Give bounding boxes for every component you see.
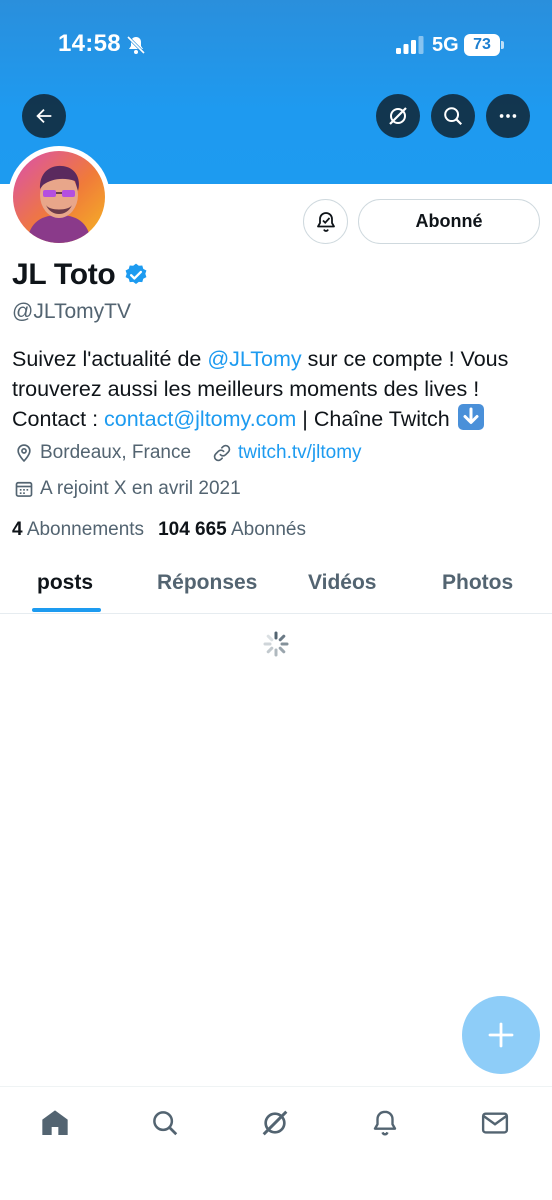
avatar[interactable] bbox=[8, 146, 110, 248]
grok-button[interactable] bbox=[376, 94, 420, 138]
tab-videos[interactable]: Vidéos bbox=[308, 571, 376, 595]
compose-button[interactable] bbox=[462, 996, 540, 1074]
loading-spinner-icon bbox=[263, 631, 289, 657]
tab-replies[interactable]: Réponses bbox=[157, 571, 257, 595]
tab-photos[interactable]: Photos bbox=[442, 571, 513, 595]
active-tab-indicator bbox=[32, 608, 101, 612]
nav-grok[interactable] bbox=[257, 1105, 293, 1141]
tab-posts[interactable]: posts bbox=[37, 571, 93, 595]
followers-count: 104 665 bbox=[158, 519, 227, 540]
handle: @JLTomyTV bbox=[12, 300, 131, 323]
more-icon bbox=[499, 114, 517, 118]
status-time: 14:58 bbox=[58, 30, 121, 57]
follow-stats: 4 Abonnements 104 665 Abonnés bbox=[12, 519, 320, 541]
messages-icon bbox=[481, 1112, 509, 1134]
followers-label: Abonnés bbox=[230, 519, 306, 540]
bottom-navigation bbox=[0, 1086, 552, 1200]
more-button[interactable] bbox=[486, 94, 530, 138]
link-icon bbox=[213, 444, 231, 462]
nav-home[interactable] bbox=[37, 1105, 73, 1141]
network-type: 5G bbox=[432, 34, 459, 56]
avatar-image bbox=[13, 151, 105, 243]
battery-tip bbox=[501, 41, 504, 49]
following-stat[interactable]: 4 Abonnements bbox=[12, 519, 144, 541]
search-icon bbox=[444, 107, 463, 126]
bio-text-1: Suivez l'actualité de bbox=[12, 347, 208, 371]
bell-check-icon bbox=[316, 211, 335, 232]
bio: Suivez l'actualité de @JLTomy sur ce com… bbox=[12, 344, 542, 434]
followers-stat[interactable]: 104 665 Abonnés bbox=[158, 519, 306, 541]
location-row: Bordeaux, France bbox=[14, 442, 191, 464]
down-arrow-emoji-icon bbox=[457, 404, 484, 430]
nav-messages[interactable] bbox=[477, 1105, 513, 1141]
following-count: 4 bbox=[12, 519, 23, 540]
verified-badge-icon[interactable] bbox=[123, 262, 149, 288]
following-label: Abonnements bbox=[26, 519, 145, 540]
website-link[interactable]: twitch.tv/jltomy bbox=[238, 442, 362, 464]
website-row[interactable]: twitch.tv/jltomy bbox=[212, 442, 362, 464]
back-button[interactable] bbox=[22, 94, 66, 138]
signal-icon bbox=[396, 36, 424, 54]
bio-text-3: | Chaîne Twitch bbox=[296, 407, 456, 431]
search-button[interactable] bbox=[431, 94, 475, 138]
battery-level: 73 bbox=[464, 34, 500, 56]
following-button[interactable]: Abonné bbox=[358, 199, 540, 244]
joined-row: A rejoint X en avril 2021 bbox=[14, 478, 241, 500]
joined-text: A rejoint X en avril 2021 bbox=[40, 478, 241, 499]
profile-name-row: JL Toto bbox=[12, 258, 149, 292]
status-bar: 14:58 5G 73 bbox=[0, 0, 552, 90]
notifications-toggle-button[interactable] bbox=[303, 199, 348, 244]
grok-icon bbox=[389, 107, 407, 125]
grok-icon bbox=[262, 1110, 288, 1136]
nav-search[interactable] bbox=[147, 1105, 183, 1141]
nav-notifications[interactable] bbox=[367, 1105, 403, 1141]
notifications-icon bbox=[373, 1110, 397, 1136]
home-icon bbox=[42, 1110, 68, 1135]
silent-mode-icon bbox=[126, 35, 146, 55]
battery-indicator: 73 bbox=[464, 34, 504, 56]
bio-email-link[interactable]: contact@jltomy.com bbox=[104, 407, 296, 431]
back-arrow-icon bbox=[36, 108, 52, 124]
location-text: Bordeaux, France bbox=[40, 442, 192, 463]
location-pin-icon bbox=[17, 444, 31, 463]
profile-tabs: posts Réponses Vidéos Photos bbox=[0, 556, 552, 614]
display-name: JL Toto bbox=[12, 258, 116, 291]
plus-icon bbox=[488, 1022, 514, 1048]
bio-mention-link[interactable]: @JLTomy bbox=[207, 347, 301, 371]
search-icon bbox=[153, 1111, 178, 1136]
calendar-icon bbox=[15, 481, 33, 497]
